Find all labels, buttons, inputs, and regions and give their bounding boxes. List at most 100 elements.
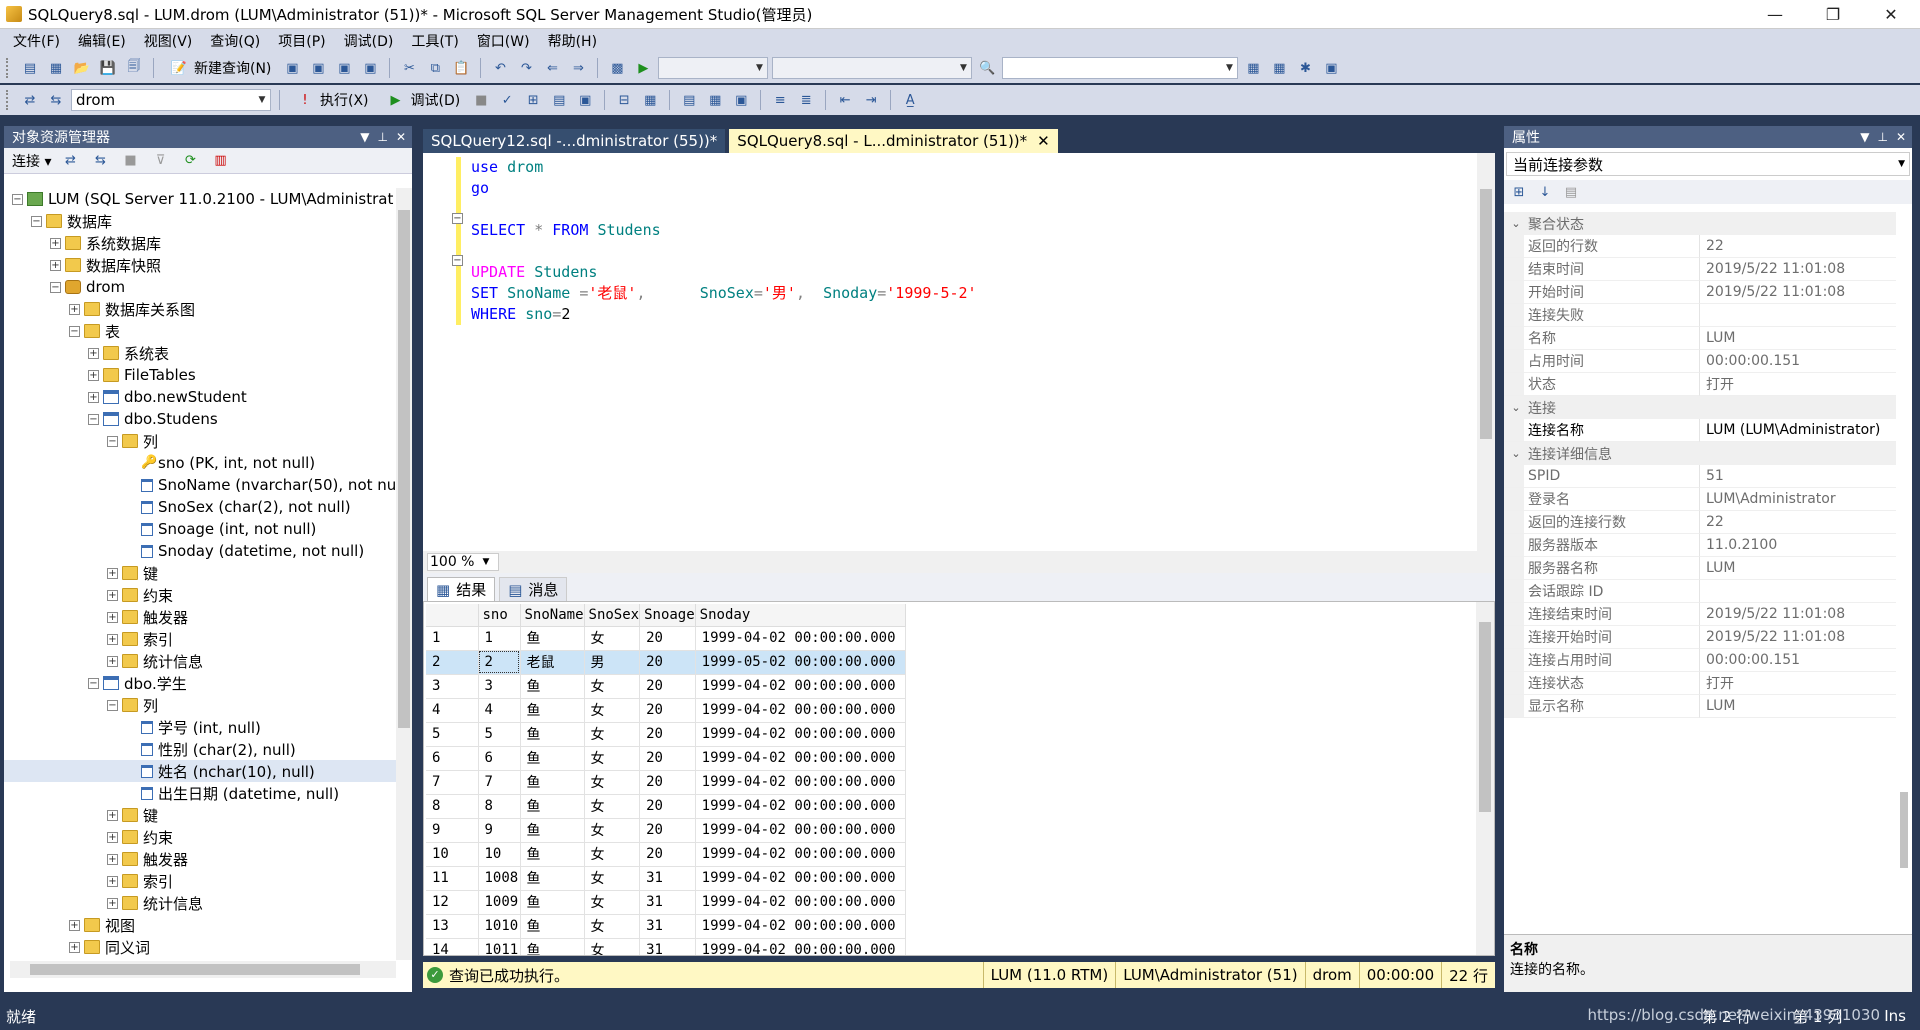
grid-cell[interactable]: 20 — [639, 794, 696, 819]
row-number[interactable]: 7 — [426, 770, 479, 795]
close-tab-icon[interactable]: ✕ — [1037, 132, 1050, 150]
grid-cell[interactable]: 1999-04-02 00:00:00.000 — [695, 746, 906, 771]
grid-cell[interactable]: 31 — [639, 914, 696, 939]
property-category[interactable]: ⌄ 连接详细信息 — [1504, 442, 1896, 465]
sql-editor[interactable]: − − use drom go SELECT * FROM Studens UP… — [423, 153, 1495, 551]
tree-node[interactable]: + 触发器 — [4, 606, 396, 628]
collapse-icon[interactable]: − — [88, 413, 99, 425]
expand-icon[interactable]: + — [107, 567, 118, 579]
tree-node[interactable]: Snoage (int, not null) — [4, 518, 396, 540]
expand-icon[interactable]: + — [107, 897, 118, 909]
tree-node[interactable]: + dbo.newStudent — [4, 386, 396, 408]
restore-button[interactable]: ❐ — [1804, 0, 1862, 29]
table-row[interactable]: 14 1011 鱼女 31 1999-04-02 00:00:00.000 — [426, 938, 906, 955]
property-pages-icon[interactable]: ▤ — [1560, 181, 1582, 203]
analysis-query-icon[interactable]: ▣ — [307, 57, 329, 79]
parse-icon[interactable]: ✓ — [496, 89, 518, 111]
grid-cell[interactable]: 2 — [478, 650, 521, 675]
disconnect-icon[interactable]: ⇆ — [89, 150, 111, 172]
toolbar-grip[interactable] — [6, 58, 11, 78]
tree-node[interactable]: + 数据库关系图 — [4, 298, 396, 320]
tree-node[interactable]: + FileTables — [4, 364, 396, 386]
expand-icon[interactable]: + — [88, 391, 99, 403]
tree-node[interactable]: 姓名 (nchar(10), null) — [4, 760, 396, 782]
property-row[interactable]: 连接失败 — [1504, 304, 1896, 327]
tree-node[interactable]: + 约束 — [4, 584, 396, 606]
results-to-text-icon[interactable]: ▤ — [678, 89, 700, 111]
open-file-icon[interactable]: 📂 — [71, 57, 93, 79]
row-number[interactable]: 5 — [426, 722, 479, 747]
collapse-icon[interactable]: − — [50, 281, 61, 293]
tree-node[interactable]: − dbo.Studens — [4, 408, 396, 430]
grid-cell[interactable]: 1999-04-02 00:00:00.000 — [695, 626, 906, 651]
property-row[interactable]: 登录名 LUM\Administrator — [1504, 488, 1896, 511]
menu-project[interactable]: 项目(P) — [269, 31, 334, 51]
scroll-thumb[interactable] — [30, 964, 360, 975]
expand-icon[interactable]: + — [69, 941, 80, 953]
tree-node[interactable]: + 视图 — [4, 914, 396, 936]
grid-cell[interactable]: 8 — [478, 794, 521, 819]
expand-icon[interactable]: + — [88, 369, 99, 381]
grid-cell[interactable]: 1 — [478, 626, 521, 651]
mdx-query-icon[interactable]: ▣ — [333, 57, 355, 79]
grid-cell[interactable]: 1999-04-02 00:00:00.000 — [695, 818, 906, 843]
expand-icon[interactable]: + — [50, 237, 61, 249]
row-number[interactable]: 11 — [426, 866, 479, 891]
new-project-icon[interactable]: ▤ — [19, 57, 41, 79]
property-row[interactable]: 返回的连接行数 22 — [1504, 511, 1896, 534]
row-number[interactable]: 12 — [426, 890, 479, 915]
tree-node[interactable]: 学号 (int, null) — [4, 716, 396, 738]
property-row[interactable]: 显示名称 LUM — [1504, 695, 1896, 718]
tree-node[interactable]: − 表 — [4, 320, 396, 342]
tree-node[interactable]: SnoSex (char(2), not null) — [4, 496, 396, 518]
property-row[interactable]: 服务器名称 LUM — [1504, 557, 1896, 580]
expand-icon[interactable]: + — [107, 611, 118, 623]
row-number[interactable]: 1 — [426, 626, 479, 651]
grid-cell[interactable]: 6 — [478, 746, 521, 771]
properties-window-icon[interactable]: ▦ — [1242, 57, 1264, 79]
column-header[interactable]: Snoday — [695, 604, 906, 627]
grid-cell[interactable]: 鱼 — [520, 842, 585, 867]
row-number[interactable]: 2 — [426, 650, 479, 675]
tree-node[interactable]: − dbo.学生 — [4, 672, 396, 694]
table-row[interactable]: 12 1009 鱼女 31 1999-04-02 00:00:00.000 — [426, 890, 906, 915]
grid-cell[interactable]: 1011 — [478, 938, 521, 955]
grid-cell[interactable]: 20 — [639, 842, 696, 867]
expand-icon[interactable]: + — [88, 347, 99, 359]
table-row[interactable]: 11 1008 鱼女 31 1999-04-02 00:00:00.000 — [426, 866, 906, 891]
collapse-icon[interactable]: − — [12, 193, 23, 205]
property-row[interactable]: 开始时间 2019/5/22 11:01:08 — [1504, 281, 1896, 304]
expand-icon[interactable]: + — [107, 831, 118, 843]
tree-node[interactable]: + 统计信息 — [4, 650, 396, 672]
tree-node[interactable]: + 触发器 — [4, 848, 396, 870]
expand-icon[interactable]: + — [107, 809, 118, 821]
solution-config-combo[interactable]: ▼ — [658, 57, 769, 79]
row-number[interactable]: 6 — [426, 746, 479, 771]
table-row[interactable]: 5 5 鱼女 20 1999-04-02 00:00:00.000 — [426, 722, 906, 747]
cut-icon[interactable]: ✂ — [398, 57, 420, 79]
collapse-icon[interactable]: ⌄ — [1504, 447, 1528, 460]
connect-icon[interactable]: ⇄ — [19, 89, 41, 111]
grid-cell[interactable]: 1999-04-02 00:00:00.000 — [695, 770, 906, 795]
tree-node[interactable]: 性别 (char(2), null) — [4, 738, 396, 760]
save-all-icon[interactable]: 🗐 — [123, 57, 145, 79]
menu-file[interactable]: 文件(F) — [4, 31, 69, 51]
grid-cell[interactable]: 女 — [584, 842, 641, 867]
grid-cell[interactable]: 1999-04-02 00:00:00.000 — [695, 866, 906, 891]
toolbar-grip[interactable] — [6, 90, 11, 110]
grid-cell[interactable]: 4 — [478, 698, 521, 723]
grid-cell[interactable]: 20 — [639, 818, 696, 843]
grid-cell[interactable]: 女 — [584, 746, 641, 771]
grid-cell[interactable]: 鱼 — [520, 722, 585, 747]
expand-icon[interactable]: + — [107, 853, 118, 865]
grid-cell[interactable]: 女 — [584, 914, 641, 939]
table-row[interactable]: 9 9 鱼女 20 1999-04-02 00:00:00.000 — [426, 818, 906, 843]
tree-node[interactable]: + 索引 — [4, 870, 396, 892]
grid-cell[interactable]: 鱼 — [520, 866, 585, 891]
tree-node[interactable]: + 统计信息 — [4, 892, 396, 914]
results-to-file-icon[interactable]: ▣ — [730, 89, 752, 111]
table-row[interactable]: 13 1010 鱼女 31 1999-04-02 00:00:00.000 — [426, 914, 906, 939]
grid-cell[interactable]: 鱼 — [520, 674, 585, 699]
save-icon[interactable]: 💾 — [97, 57, 119, 79]
refresh-icon[interactable]: ⟳ — [179, 150, 201, 172]
